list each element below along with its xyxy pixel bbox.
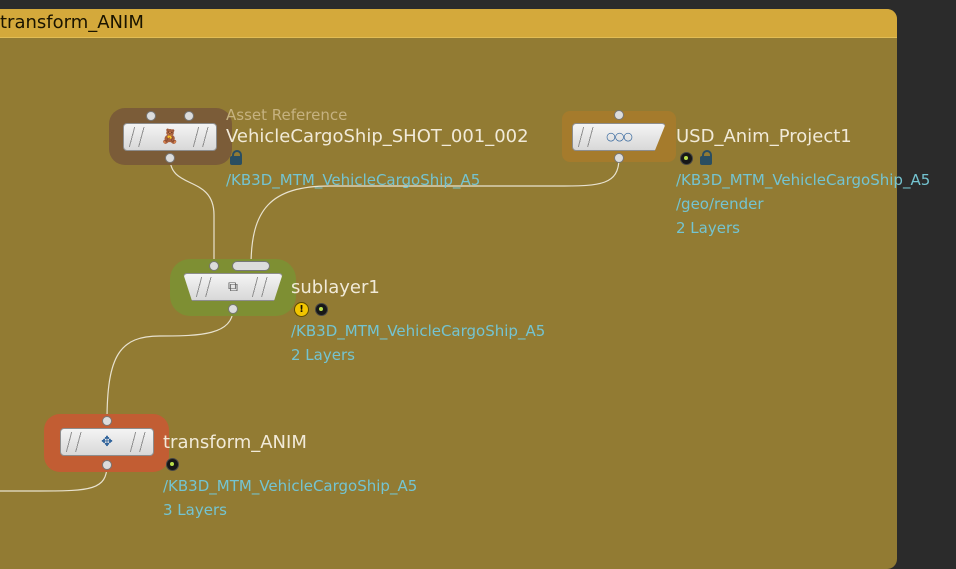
display-flag-icon[interactable] [166,458,179,471]
transform-node[interactable]: ✥ [60,428,154,456]
usd-anim-layer-count: 2 Layers [676,219,740,237]
teddy-bear-icon: 🧸 [161,129,179,145]
sublayer-multi-input-port[interactable] [232,261,270,271]
asset-reference-prim-path: /KB3D_MTM_VehicleCargoShip_A5 [226,171,481,189]
network-box-header[interactable]: transform_ANIM [0,9,897,38]
lock-icon [230,150,242,165]
usd-anim-prim-path: /KB3D_MTM_VehicleCargoShip_A5 [676,171,931,189]
usd-anim-sub-path: /geo/render [676,195,764,213]
usd-anim-node-name[interactable]: USD_Anim_Project1 [676,126,852,147]
sublayer-icon: ⧉ [228,279,238,295]
transform-node-name[interactable]: transform_ANIM [163,432,307,453]
asset-reference-input-port-2[interactable] [184,111,194,121]
usd-anim-input-port[interactable] [614,110,624,120]
sublayer-prim-path: /KB3D_MTM_VehicleCargoShip_A5 [291,322,546,340]
warning-icon: ! [294,302,309,317]
asset-reference-type-label: Asset Reference [226,106,348,124]
sublayer-node[interactable]: ⧉ [183,273,283,301]
network-box[interactable]: transform_ANIM [0,9,897,569]
sublayer-layer-count: 2 Layers [291,346,355,364]
usd-anim-node[interactable]: ○○○ [572,123,666,151]
transform-output-port[interactable] [102,460,112,470]
transform-layer-count: 3 Layers [163,501,227,519]
asset-reference-output-port[interactable] [165,153,175,163]
sublayer-input-port[interactable] [209,261,219,271]
usd-icon: ○○○ [606,130,633,143]
display-flag-icon[interactable] [315,303,328,316]
lock-icon [700,150,712,165]
sublayer-output-port[interactable] [228,304,238,314]
asset-reference-node-name[interactable]: VehicleCargoShip_SHOT_001_002 [226,126,529,147]
sublayer-node-name[interactable]: sublayer1 [291,277,380,298]
asset-reference-input-port-1[interactable] [146,111,156,121]
transform-prim-path: /KB3D_MTM_VehicleCargoShip_A5 [163,477,418,495]
usd-anim-output-port[interactable] [614,153,624,163]
transform-icon: ✥ [101,434,113,450]
network-box-title: transform_ANIM [0,12,144,33]
network-editor[interactable]: transform_ANIM 🧸 Asset Reference Vehicle… [0,0,956,569]
transform-input-port[interactable] [102,416,112,426]
asset-reference-node[interactable]: 🧸 [123,123,217,151]
display-flag-icon[interactable] [680,152,693,165]
